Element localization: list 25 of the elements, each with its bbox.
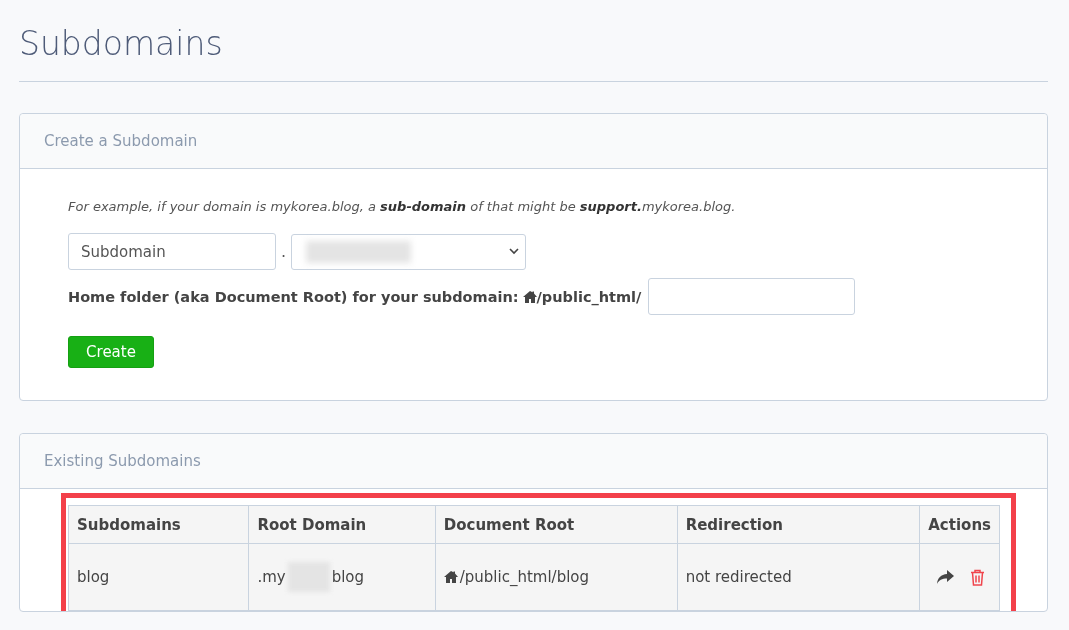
redirect-arrow-icon[interactable] bbox=[937, 570, 955, 584]
chevron-down-icon bbox=[509, 248, 520, 255]
panel-title: Create a Subdomain bbox=[44, 132, 198, 150]
example-text: For example, if your domain is mykorea.blog, a sub-domain of that might be support.mykorea.blog. bbox=[68, 199, 737, 214]
trash-icon[interactable] bbox=[970, 568, 986, 586]
document-root-path: /public_html/blog bbox=[459, 568, 590, 586]
table-cell: not redirected bbox=[685, 568, 792, 586]
folder-prefix: /public_html/ bbox=[536, 288, 642, 305]
column-header: Root Domain bbox=[248, 505, 436, 544]
create-button[interactable]: Create bbox=[68, 336, 154, 368]
page-title: Subdomains bbox=[19, 0, 1048, 82]
table-cell: blog bbox=[77, 568, 110, 586]
subdomain-field[interactable]: Subdomain bbox=[68, 233, 276, 270]
home-folder-label: Home folder (aka Document Root) for your subdomain: bbox=[68, 288, 519, 305]
column-header: Redirection bbox=[677, 505, 920, 544]
column-header: Document Root bbox=[435, 505, 678, 544]
root-domain-text: blog bbox=[331, 568, 365, 586]
folder-field[interactable] bbox=[648, 278, 856, 315]
column-header: Subdomains bbox=[68, 505, 249, 544]
home-icon bbox=[522, 290, 537, 303]
root-domain-text: .my bbox=[257, 568, 286, 586]
dot-separator: . bbox=[281, 242, 287, 261]
home-icon bbox=[443, 571, 458, 583]
column-header: Actions bbox=[919, 505, 1000, 544]
panel-title: Existing Subdomains bbox=[44, 452, 201, 470]
